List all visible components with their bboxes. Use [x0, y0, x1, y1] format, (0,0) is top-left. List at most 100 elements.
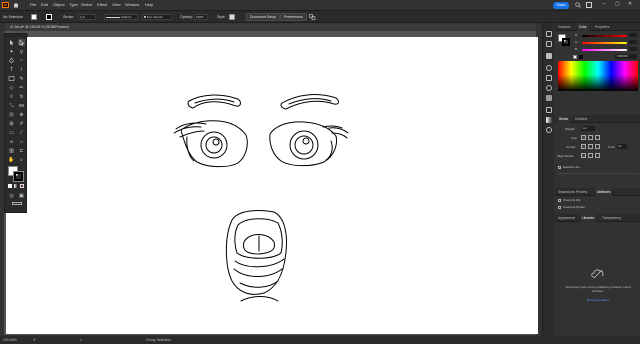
symbol-sprayer-tool-icon[interactable]: ☼	[18, 138, 25, 145]
stroke-weight-field[interactable]: 1 pt	[78, 14, 96, 20]
white-swatch[interactable]	[573, 55, 577, 59]
opacity-field[interactable]: 100%	[194, 14, 208, 20]
brushes-panel-icon[interactable]	[546, 85, 552, 91]
close-icon[interactable]: ✕	[628, 1, 632, 7]
tab-color[interactable]: Color	[577, 23, 589, 31]
more-information-link[interactable]: More information	[563, 298, 633, 302]
tab-stroke[interactable]: Stroke	[557, 115, 571, 123]
rotation-value[interactable]: 0°	[33, 336, 36, 344]
hex-field[interactable]: FFFFFF	[615, 54, 637, 59]
menu-edit[interactable]: Edit	[41, 2, 48, 8]
variable-width-select[interactable]: Uniform	[104, 14, 138, 20]
projecting-cap-button[interactable]	[595, 135, 600, 140]
color-spectrum[interactable]	[558, 61, 638, 91]
minimize-icon[interactable]: –	[603, 1, 606, 7]
paintbrush-tool-icon[interactable]: ✎	[18, 75, 25, 82]
pencil-tool-icon[interactable]: ✏	[18, 84, 25, 91]
zoom-tool-icon[interactable]: ⌕	[18, 156, 25, 163]
perspective-grid-tool-icon[interactable]: ⊞	[8, 120, 15, 127]
blend-tool-icon[interactable]: ∞	[8, 138, 15, 145]
draw-mode-icon[interactable]: ◎	[8, 192, 15, 199]
document-setup-button[interactable]: Document Setup	[246, 13, 281, 21]
round-join-button[interactable]	[588, 144, 593, 149]
home-icon[interactable]	[13, 2, 19, 8]
color-stroke-swatch[interactable]	[562, 38, 570, 46]
magic-wand-tool-icon[interactable]: ✦	[8, 48, 15, 55]
menu-window[interactable]: Window	[125, 2, 139, 8]
tab-transparency[interactable]: Transparency	[600, 214, 623, 222]
layers-panel-icon[interactable]	[546, 41, 552, 47]
share-button[interactable]: Share	[553, 2, 569, 9]
blue-value-field[interactable]	[629, 47, 637, 51]
toolbar-grip[interactable]	[5, 34, 28, 37]
menu-select[interactable]: Select	[81, 2, 92, 8]
preferences-button[interactable]: Preferences	[280, 13, 307, 21]
fill-swatch[interactable]	[31, 14, 37, 20]
maximize-icon[interactable]: ▢	[615, 1, 620, 7]
menu-type[interactable]: Type	[69, 2, 78, 8]
weight-field[interactable]: 1 pt	[581, 126, 595, 131]
menu-effect[interactable]: Effect	[97, 2, 107, 8]
artboard-navigator[interactable]: 1	[80, 336, 82, 344]
lasso-tool-icon[interactable]: ϙ	[18, 48, 25, 55]
rectangle-tool-icon[interactable]	[8, 75, 15, 82]
face-artwork[interactable]	[6, 37, 538, 334]
line-tool-icon[interactable]: /	[18, 66, 25, 73]
bevel-join-button[interactable]	[595, 144, 600, 149]
transparency-panel-icon[interactable]	[546, 127, 552, 133]
gradient-mode-button[interactable]	[14, 184, 18, 188]
symbols-panel-icon[interactable]	[546, 95, 552, 101]
red-value-field[interactable]	[629, 33, 637, 37]
properties-panel-icon[interactable]	[546, 31, 552, 37]
direct-selection-tool-icon[interactable]	[18, 39, 25, 46]
free-transform-tool-icon[interactable]: ⊡	[8, 111, 15, 118]
eraser-tool-icon[interactable]: ◊	[8, 93, 15, 100]
arrange-icon[interactable]	[309, 14, 316, 20]
menu-view[interactable]: View	[112, 2, 121, 8]
eyedropper-tool-icon[interactable]: ⁄	[18, 129, 25, 136]
artboard-tool-icon[interactable]: ⊏	[18, 147, 25, 154]
screen-mode-icon[interactable]: ▣	[18, 192, 25, 199]
round-cap-button[interactable]	[588, 135, 593, 140]
limit-field[interactable]: 10	[617, 144, 627, 149]
overprint-fill-checkbox[interactable]	[558, 199, 561, 202]
zoom-level[interactable]: 159.66%	[3, 336, 17, 344]
rotate-tool-icon[interactable]: ↻	[18, 93, 25, 100]
menu-object[interactable]: Object	[53, 2, 65, 8]
menu-help[interactable]: Help	[145, 2, 153, 8]
miter-join-button[interactable]	[581, 144, 586, 149]
align-inside-button[interactable]	[588, 153, 593, 158]
tab-gradient[interactable]: Gradient	[556, 23, 572, 31]
stroke-swatch[interactable]	[46, 14, 52, 20]
none-mode-button[interactable]	[20, 184, 24, 188]
swatches-panel-icon[interactable]	[546, 75, 552, 81]
tab-attributes[interactable]: Attributes	[595, 188, 613, 196]
stroke-color-swatch[interactable]	[13, 171, 24, 182]
green-slider[interactable]	[582, 42, 627, 44]
brush-select[interactable]: 5 pt. Round	[142, 14, 172, 20]
gradient-tool-icon[interactable]: ▭	[8, 129, 15, 136]
edit-toolbar-icon[interactable]	[12, 202, 22, 205]
document-tab[interactable]: 47 Art.ai* @ 159.66 % (RGB/Preview)	[6, 23, 536, 31]
curvature-tool-icon[interactable]: ~	[18, 57, 25, 64]
graphic-style-swatch[interactable]	[229, 14, 235, 20]
color-mode-button[interactable]	[8, 184, 12, 188]
blue-slider[interactable]	[582, 49, 627, 51]
shaper-tool-icon[interactable]: ◇	[8, 84, 15, 91]
artboard[interactable]	[6, 37, 538, 334]
color-panel-icon[interactable]	[546, 65, 552, 71]
mesh-tool-icon[interactable]: #	[18, 120, 25, 127]
green-value-field[interactable]	[629, 40, 637, 44]
black-swatch[interactable]	[579, 55, 583, 59]
overprint-stroke-checkbox[interactable]	[558, 206, 561, 209]
butt-cap-button[interactable]	[581, 135, 586, 140]
tab-libraries[interactable]: Libraries	[580, 214, 597, 222]
stroke-panel-icon[interactable]	[546, 107, 552, 113]
shape-builder-tool-icon[interactable]: ⊕	[18, 111, 25, 118]
menu-file[interactable]: File	[30, 2, 36, 8]
tab-appearance[interactable]: Appearance	[556, 214, 577, 222]
tab-properties[interactable]: Properties	[593, 23, 612, 31]
arrange-documents-icon[interactable]	[586, 2, 592, 8]
tab-separations-preview[interactable]: Separations Preview	[556, 188, 589, 196]
selection-tool-icon[interactable]	[8, 39, 15, 46]
